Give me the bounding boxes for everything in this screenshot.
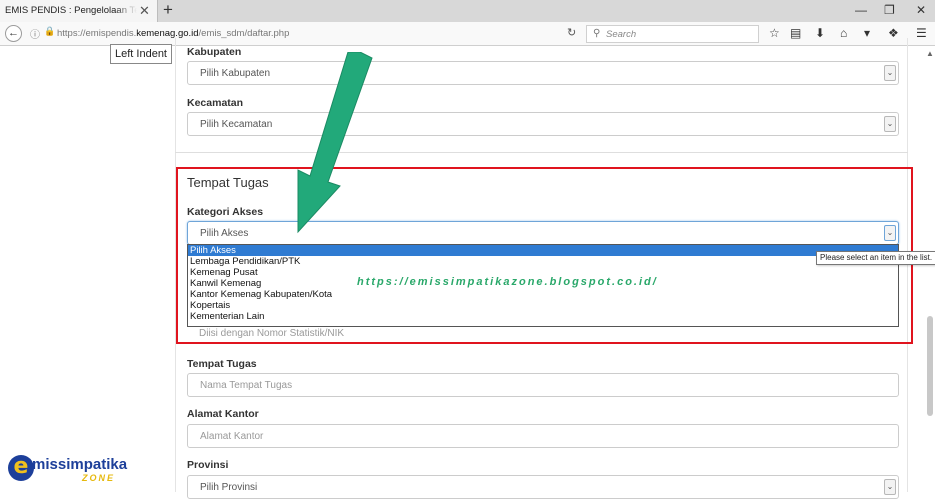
lock-icon: 🔒 [44,26,56,36]
logo: e missimpatika ZONE [8,452,138,490]
dropdown-option[interactable]: Kantor Kemenag Kabupaten/Kota [188,289,898,300]
info-icon[interactable]: ⓘ [30,26,40,41]
kabupaten-value: Pilih Kabupaten [200,68,271,79]
url-prefix: https://emispendis. [57,28,137,39]
provinsi-value: Pilih Provinsi [200,482,258,493]
menu-icon[interactable]: ☰ [916,26,927,40]
chevron-down-icon: ⌄ [884,479,896,495]
watermark-url: https://emissimpatikazone.blogspot.co.id… [357,276,658,288]
logo-sub: ZONE [82,473,116,483]
dropdown-option[interactable]: Kementerian Lain [188,311,898,322]
chevron-down-icon: ⌄ [884,116,896,132]
tab-title: EMIS PENDIS : Pengelolaan Tenaga [5,5,137,16]
section-divider [175,152,908,153]
provinsi-label: Provinsi [187,459,229,471]
logo-text: missimpatika [32,456,128,473]
kabupaten-label: Kabupaten [187,46,242,58]
dropdown-option[interactable]: Pilih Akses [188,245,898,256]
tempat-tugas-label: Tempat Tugas [187,358,257,370]
restore-button[interactable]: ❐ [884,3,895,17]
provinsi-select[interactable]: Pilih Provinsi ⌄ [187,475,899,499]
alamat-kantor-label: Alamat Kantor [187,408,259,420]
arrow-shape [297,52,373,234]
tab-close-icon[interactable]: ✕ [139,3,150,19]
alamat-kantor-placeholder: Alamat Kantor [200,431,264,442]
dropdown-option[interactable]: Kopertais [188,300,898,311]
pointer-arrow [297,52,373,234]
scroll-up-arrow[interactable]: ▲ [926,49,934,58]
new-tab-button[interactable]: + [163,0,173,20]
back-button[interactable]: ← [5,25,22,42]
kategori-akses-label: Kategori Akses [187,206,264,218]
left-indent-tooltip: Left Indent [110,44,172,64]
browser-tab-bar: EMIS PENDIS : Pengelolaan Tenaga ✕ + — ❐… [0,0,935,22]
validation-tooltip: Please select an item in the list. [816,251,935,265]
kecamatan-value: Pilih Kecamatan [200,119,273,130]
alamat-kantor-input[interactable]: Alamat Kantor [187,424,899,448]
close-window-button[interactable]: ✕ [916,3,926,17]
dropdown-option[interactable]: Lembaga Pendidikan/PTK [188,256,898,267]
scrollbar-thumb[interactable] [927,316,933,416]
browser-tab[interactable]: EMIS PENDIS : Pengelolaan Tenaga ✕ [0,0,158,22]
tempat-tugas-placeholder: Nama Tempat Tugas [200,380,293,391]
chevron-down-icon: ⌄ [884,65,896,81]
chevron-down-icon: ⌄ [884,225,896,241]
logo-initial: e [8,455,34,481]
nik-placeholder: Diisi dengan Nomor Statistik/NIK [199,328,345,339]
page-content: Left Indent Kabupaten Pilih Kabupaten ⌄ … [0,38,935,499]
tempat-tugas-input[interactable]: Nama Tempat Tugas [187,373,899,397]
section-title: Tempat Tugas [187,175,269,190]
minimize-button[interactable]: — [855,3,867,17]
kategori-akses-value: Pilih Akses [200,228,249,239]
kecamatan-label: Kecamatan [187,97,244,109]
